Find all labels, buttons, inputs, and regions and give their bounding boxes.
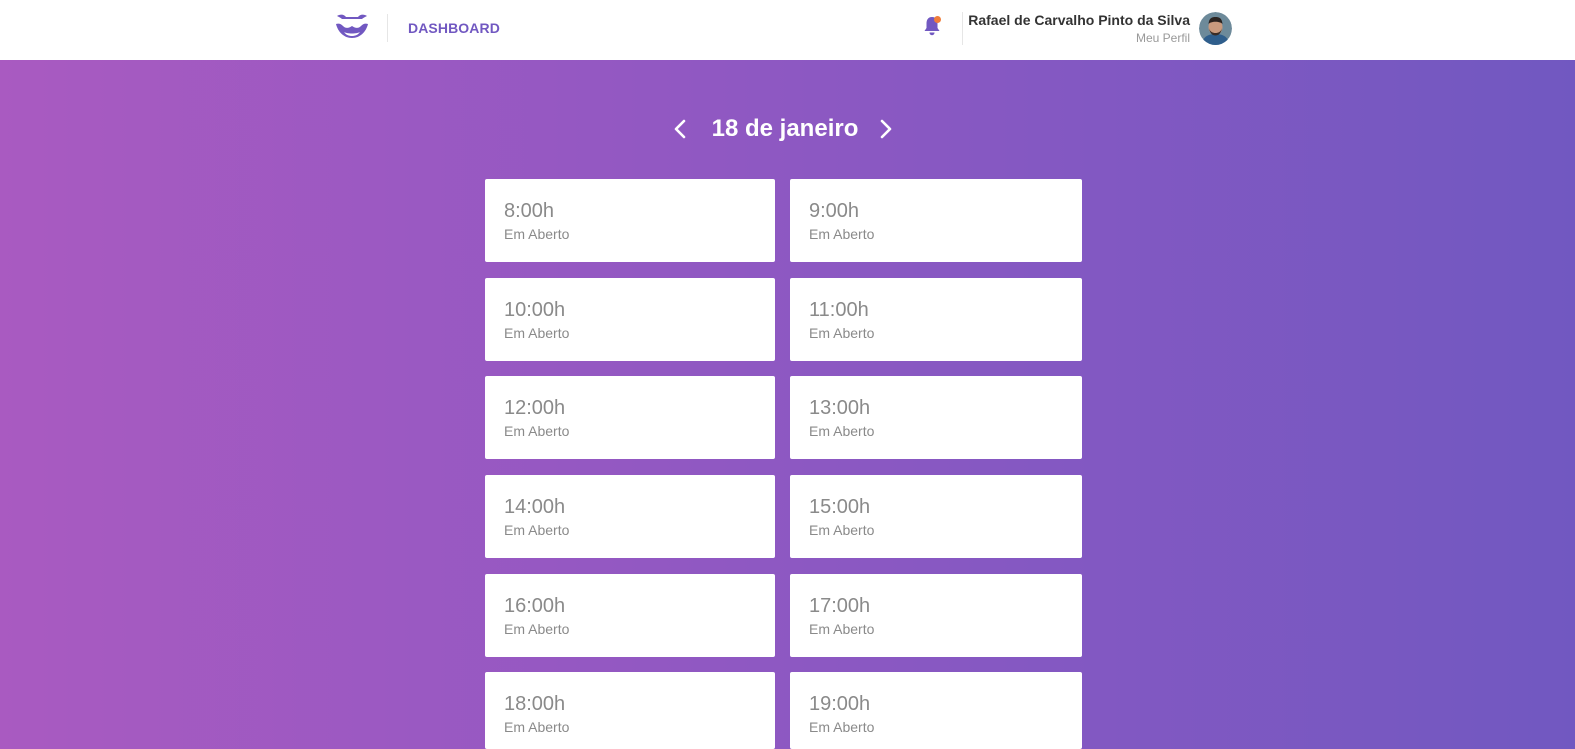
slot-status: Em Aberto [504,325,570,341]
top-navbar: DASHBOARD Rafael de Carvalho Pinto da Si… [0,0,1575,60]
slot-time: 17:00h [809,595,871,617]
slot-time: 14:00h [504,496,566,518]
slot-time: 15:00h [809,496,871,518]
notification-dot [934,16,941,23]
header-divider [962,12,963,45]
slot-time: 19:00h [809,693,871,715]
time-slot-card[interactable]: 12:00h Em Aberto [485,376,775,459]
slot-time: 18:00h [504,693,566,715]
time-slot-card[interactable]: 18:00h Em Aberto [485,672,775,749]
slot-status: Em Aberto [809,522,875,538]
slot-time: 12:00h [504,397,566,419]
slot-status: Em Aberto [504,621,570,637]
slot-status: Em Aberto [809,423,875,439]
mustache-logo-icon[interactable] [334,13,370,41]
chevron-right-icon[interactable] [873,117,897,141]
user-avatar[interactable] [1199,12,1232,45]
slot-status: Em Aberto [504,522,570,538]
slot-time: 9:00h [809,200,860,222]
header-divider [387,14,388,42]
slot-status: Em Aberto [504,719,570,735]
time-slot-card[interactable]: 14:00h Em Aberto [485,475,775,558]
slot-time: 13:00h [809,397,871,419]
time-slot-card[interactable]: 10:00h Em Aberto [485,278,775,361]
date-navigator: 18 de janeiro [0,112,1575,152]
slot-status: Em Aberto [809,719,875,735]
slot-time: 10:00h [504,299,566,321]
my-profile-link[interactable]: Meu Perfil [1136,31,1190,45]
slot-status: Em Aberto [809,325,875,341]
time-slot-card[interactable]: 16:00h Em Aberto [485,574,775,657]
slot-time: 8:00h [504,200,555,222]
time-slot-card[interactable]: 17:00h Em Aberto [790,574,1082,657]
slot-status: Em Aberto [809,226,875,242]
time-slot-card[interactable]: 15:00h Em Aberto [790,475,1082,558]
time-slot-card[interactable]: 9:00h Em Aberto [790,179,1082,262]
chevron-left-icon[interactable] [669,117,693,141]
slot-time: 11:00h [809,299,869,321]
slot-status: Em Aberto [504,423,570,439]
time-slot-card[interactable]: 19:00h Em Aberto [790,672,1082,749]
user-name: Rafael de Carvalho Pinto da Silva [968,12,1190,28]
slot-status: Em Aberto [504,226,570,242]
time-slot-card[interactable]: 8:00h Em Aberto [485,179,775,262]
nav-dashboard-link[interactable]: DASHBOARD [408,20,500,36]
slot-time: 16:00h [504,595,566,617]
selected-date-title: 18 de janeiro [711,115,859,142]
time-slot-card[interactable]: 13:00h Em Aberto [790,376,1082,459]
time-slot-card[interactable]: 11:00h Em Aberto [790,278,1082,361]
slot-status: Em Aberto [809,621,875,637]
